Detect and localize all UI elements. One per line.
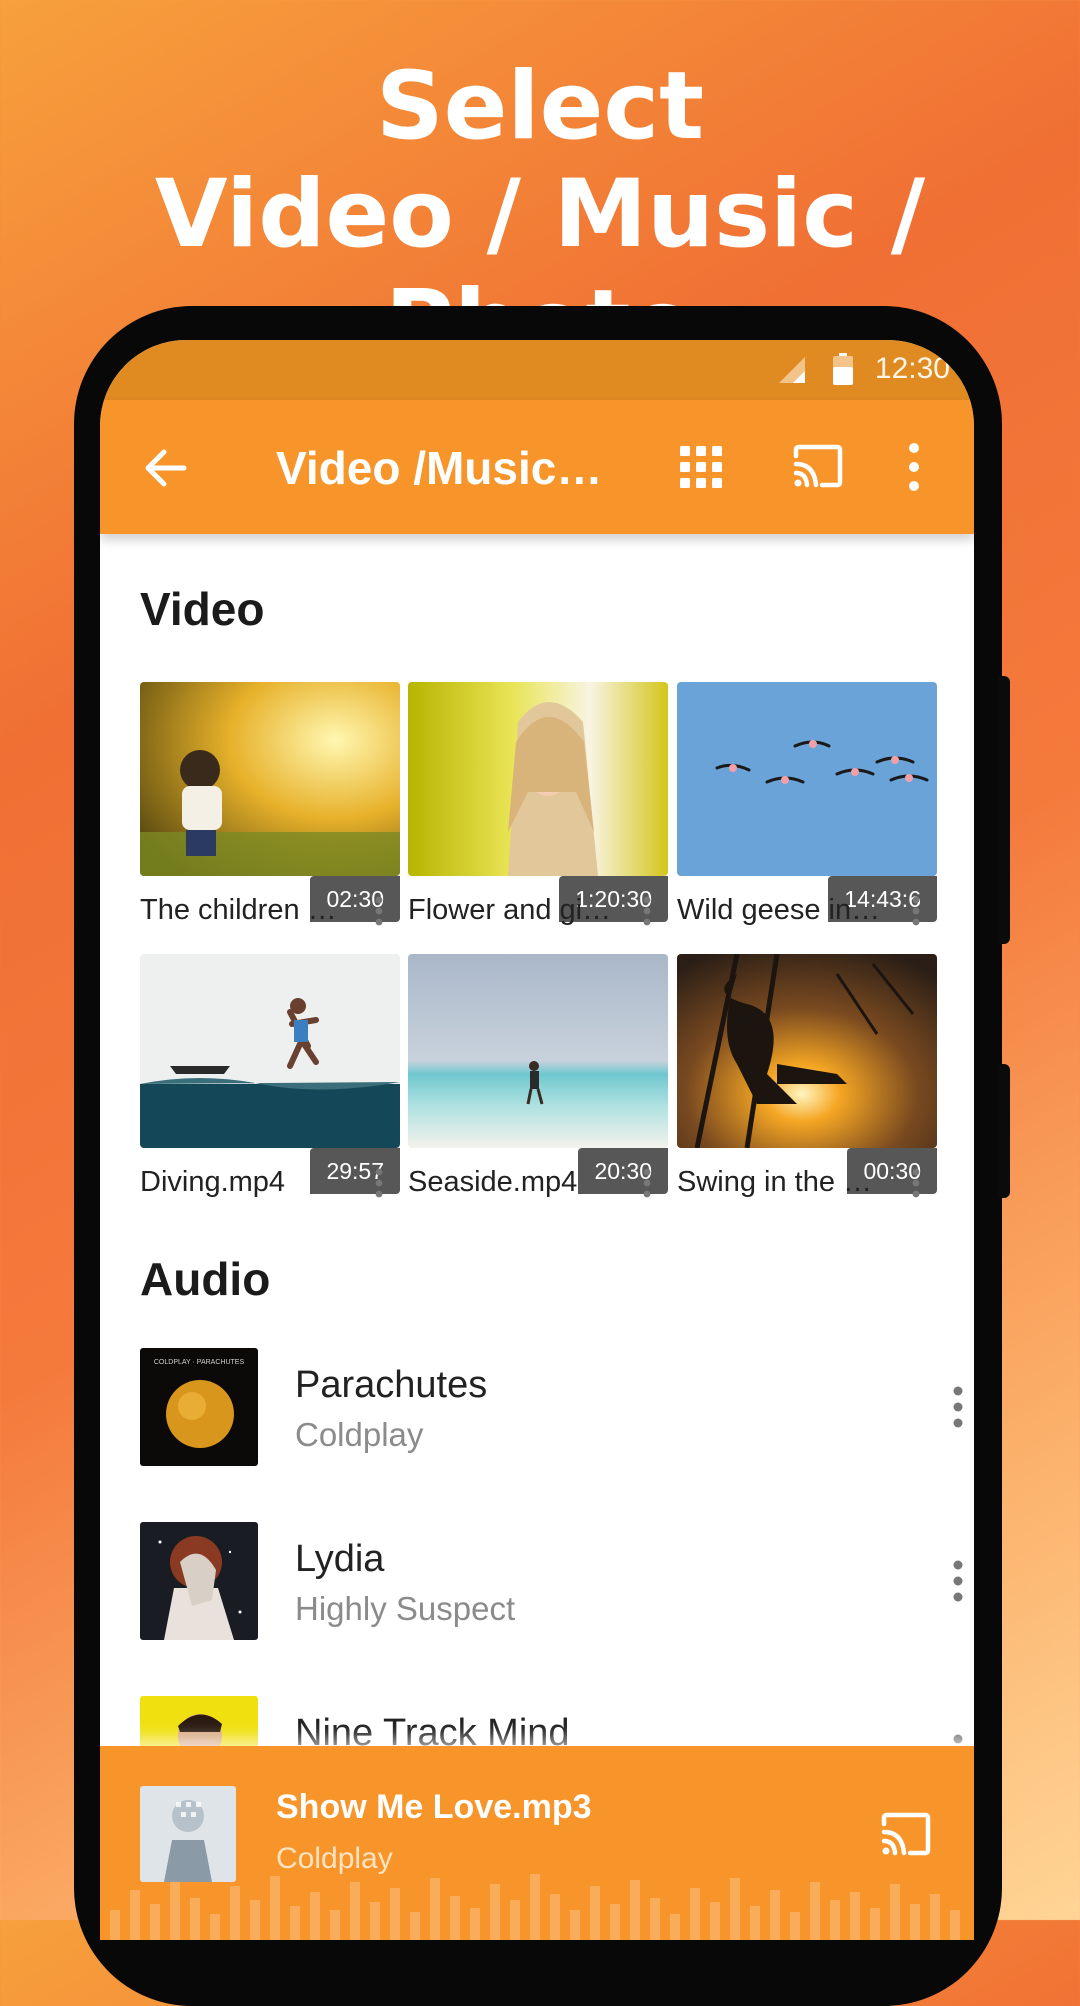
video-name: Swing in the …: [677, 1166, 873, 1198]
more-vert-icon[interactable]: [908, 442, 920, 492]
more-vert-icon[interactable]: [911, 1168, 921, 1198]
now-playing-artist: Coldplay: [276, 1842, 393, 1875]
cast-icon[interactable]: [792, 444, 844, 488]
phone-screen: 12:30 Video /Music… Video 02:30 The chil…: [100, 340, 974, 1940]
video-card[interactable]: 14:43:6 Wild geese in…: [677, 682, 937, 926]
now-playing-cover: [140, 1786, 236, 1882]
back-arrow-icon[interactable]: [144, 446, 188, 490]
video-card[interactable]: 29:57 Diving.mp4: [140, 954, 400, 1198]
album-cover: [140, 1522, 258, 1640]
video-thumbnail: [677, 954, 937, 1148]
video-name: Diving.mp4: [140, 1166, 286, 1198]
video-card[interactable]: 00:30 Swing in the …: [677, 954, 937, 1198]
app-bar: Video /Music…: [100, 400, 974, 534]
more-vert-icon[interactable]: [374, 896, 384, 926]
video-name: Flower and gi…: [408, 894, 608, 926]
status-bar: 12:30: [100, 340, 974, 400]
page-title: Video /Music…: [276, 442, 603, 494]
more-vert-icon[interactable]: [952, 1560, 964, 1602]
audio-artist: Highly Suspect: [295, 1590, 516, 1627]
video-thumbnail: [677, 682, 937, 876]
video-card[interactable]: 1:20:30 Flower and gi…: [408, 682, 668, 926]
promo-heading-line1: Select: [375, 52, 705, 161]
more-vert-icon[interactable]: [952, 1386, 964, 1428]
audio-title: Parachutes: [295, 1364, 488, 1406]
video-section-title: Video: [140, 583, 265, 635]
now-playing-title: Show Me Love.mp3: [276, 1788, 592, 1826]
more-vert-icon[interactable]: [911, 896, 921, 926]
video-name: Wild geese in…: [677, 894, 877, 926]
now-playing-bar[interactable]: Show Me Love.mp3 Coldplay: [100, 1746, 974, 1940]
video-thumbnail: [408, 682, 668, 876]
battery-icon: [833, 353, 853, 385]
video-thumbnail: [140, 682, 400, 876]
video-card[interactable]: 20:30 Seaside.mp4: [408, 954, 668, 1198]
audio-title: Lydia: [295, 1538, 385, 1580]
signal-icon: [779, 357, 805, 383]
more-vert-icon[interactable]: [642, 896, 652, 926]
phone-power-button: [998, 1064, 1010, 1198]
video-thumbnail: [408, 954, 668, 1148]
phone-volume-button: [998, 676, 1010, 944]
grid-view-icon[interactable]: [680, 446, 722, 488]
album-cover-text: COLDPLAY · PARACHUTES: [154, 1359, 245, 1366]
video-thumbnail: [140, 954, 400, 1148]
audio-artist: Coldplay: [295, 1416, 424, 1453]
audio-list-item[interactable]: COLDPLAY · PARACHUTES Parachutes Coldpla…: [140, 1348, 963, 1466]
album-cover: COLDPLAY · PARACHUTES: [140, 1348, 258, 1466]
video-name: Seaside.mp4: [408, 1166, 578, 1198]
audio-list-item[interactable]: Lydia Highly Suspect: [140, 1522, 963, 1640]
cast-icon[interactable]: [880, 1812, 932, 1856]
status-time: 12:30: [874, 352, 950, 385]
more-vert-icon[interactable]: [642, 1168, 652, 1198]
video-card[interactable]: 02:30 The children …: [140, 682, 400, 926]
audio-section-title: Audio: [140, 1253, 271, 1305]
video-name: The children …: [140, 894, 337, 926]
more-vert-icon[interactable]: [374, 1168, 384, 1198]
